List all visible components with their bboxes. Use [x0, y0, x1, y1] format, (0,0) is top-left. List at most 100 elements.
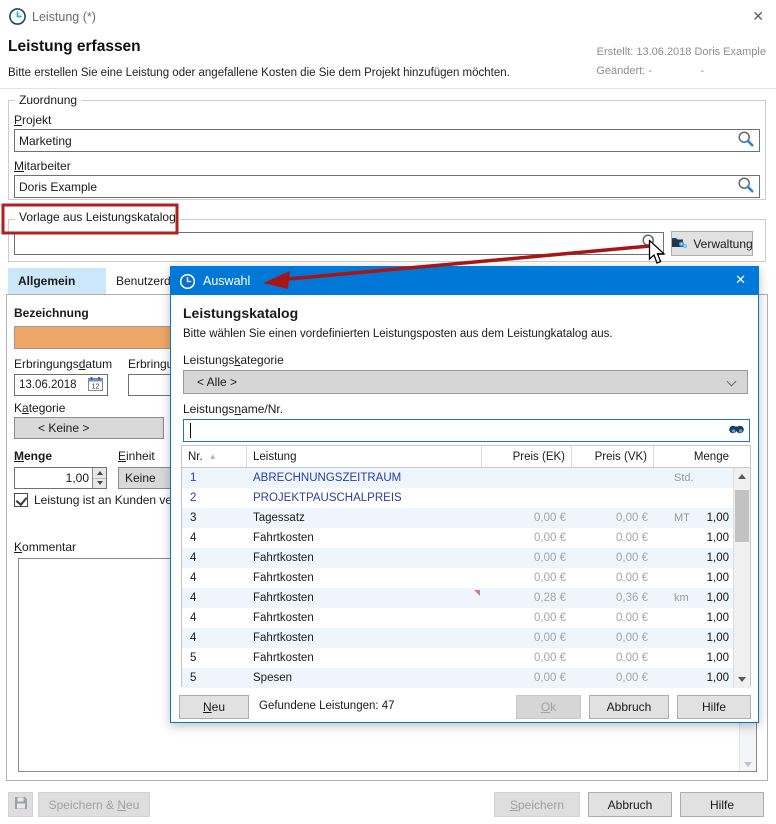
leistungskategorie-select[interactable]: < Alle > [183, 370, 748, 394]
cell-qty [702, 488, 735, 508]
column-header-preis-ek[interactable]: Preis (EK) [482, 446, 572, 467]
catalog-row[interactable]: 1ABRECHNUNGSZEITRAUMStd. [182, 468, 735, 488]
svg-text:12: 12 [92, 383, 100, 390]
catalog-row[interactable]: 4Fahrtkosten0,28 €0,36 €km1,00 [182, 588, 735, 608]
kunden-checkbox-row[interactable]: Leistung ist an Kunden ve [14, 493, 172, 507]
menge-label: Menge [14, 449, 52, 463]
catalog-row[interactable]: 4Fahrtkosten0,00 €0,00 €1,00 [182, 528, 735, 548]
cell-qty: 1,00 [702, 648, 735, 668]
cell-name: Fahrtkosten [247, 608, 482, 628]
cell-ek: 0,00 € [482, 668, 572, 688]
menge-spinner [92, 468, 106, 488]
cell-qty: 1,00 [702, 568, 735, 588]
scroll-down-icon[interactable] [734, 671, 750, 688]
cell-name: Fahrtkosten [247, 588, 482, 608]
catalog-row[interactable]: 4Fahrtkosten0,00 €0,00 €1,00 [182, 548, 735, 568]
cell-nr: 4 [182, 588, 247, 608]
modified-value: - [700, 65, 704, 77]
spin-up-icon[interactable] [93, 468, 106, 478]
catalog-row[interactable]: 3Tagessatz0,00 €0,00 €MT1,00 [182, 508, 735, 528]
leistungskategorie-value: < Alle > [197, 375, 237, 389]
cell-nr: 1 [182, 468, 247, 488]
created-info: Erstellt: 13.06.2018 Doris Example [597, 46, 766, 58]
close-icon[interactable]: ✕ [735, 272, 746, 288]
cell-ek: 0,00 € [482, 648, 572, 668]
cell-nr: 2 [182, 488, 247, 508]
clock-icon [179, 273, 196, 290]
catalog-row[interactable]: 4Fahrtkosten0,00 €0,00 €1,00 [182, 608, 735, 628]
cell-vk: 0,36 € [572, 588, 654, 608]
cell-unit [654, 648, 702, 668]
cell-unit [654, 568, 702, 588]
kategorie-value: < Keine > [38, 421, 89, 435]
menge-value: 1,00 [15, 471, 92, 485]
speichern-neu-button[interactable]: Speichern & Neu [38, 792, 150, 817]
kommentar-label: Kommentar [14, 540, 76, 554]
catalog-row[interactable]: 5Spesen0,00 €0,00 €1,00 [182, 668, 735, 688]
cell-unit [654, 548, 702, 568]
hilfe-button[interactable]: Hilfe [677, 695, 751, 719]
cell-ek: 0,00 € [482, 628, 572, 648]
header-divider [0, 88, 776, 89]
cell-unit [654, 528, 702, 548]
column-header-leistung[interactable]: Leistung [247, 446, 482, 467]
cell-unit [654, 668, 702, 688]
abbruch-button[interactable]: Abbruch [589, 695, 669, 719]
kategorie-select[interactable]: < Keine > [14, 417, 164, 439]
cell-ek [482, 468, 572, 488]
mitarbeiter-input[interactable]: Doris Example [14, 175, 760, 198]
cell-nr: 5 [182, 668, 247, 688]
catalog-row[interactable]: 5Fahrtkosten0,00 €0,00 €1,00 [182, 648, 735, 668]
abbruch-button[interactable]: Abbruch [588, 792, 672, 817]
cell-vk [572, 488, 654, 508]
column-header-preis-vk[interactable]: Preis (VK) [572, 446, 654, 467]
catalog-row[interactable]: 4Fahrtkosten0,00 €0,00 €1,00 [182, 628, 735, 648]
catalog-row[interactable]: 2PROJEKTPAUSCHALPREIS [182, 488, 735, 508]
verwaltung-button[interactable]: Verwaltung [671, 231, 753, 256]
cell-qty: 1,00 [702, 588, 735, 608]
neu-button[interactable]: Neu [179, 695, 249, 719]
search-icon[interactable] [737, 176, 755, 197]
search-icon[interactable] [641, 233, 659, 254]
table-scrollbar[interactable] [733, 468, 750, 688]
erbringungsdatum-value: 13.06.2018 [19, 379, 88, 391]
catalog-row[interactable]: 4Fahrtkosten0,00 €0,00 €1,00 [182, 568, 735, 588]
speichern-button[interactable]: Speichern [494, 792, 580, 817]
hilfe-button[interactable]: Hilfe [680, 792, 764, 817]
cell-qty: 1,00 [702, 628, 735, 648]
scrollbar-thumb[interactable] [735, 490, 749, 542]
menge-stepper[interactable]: 1,00 [14, 467, 107, 489]
vorlage-input[interactable] [14, 232, 664, 255]
cell-nr: 4 [182, 528, 247, 548]
checkbox-checked-icon[interactable] [14, 493, 28, 507]
cell-vk: 0,00 € [572, 648, 654, 668]
close-icon[interactable]: ✕ [752, 8, 764, 25]
scroll-down-icon[interactable] [744, 762, 752, 767]
search-icon[interactable] [737, 130, 755, 151]
cell-nr: 4 [182, 628, 247, 648]
mitarbeiter-value: Doris Example [19, 180, 737, 194]
projekt-input[interactable]: Marketing [14, 129, 760, 152]
kategorie-label: Kategorie [14, 401, 65, 415]
cell-qty: 1,00 [702, 668, 735, 688]
tab-allgemein[interactable]: Allgemein [8, 268, 106, 294]
cell-ek: 0,00 € [482, 508, 572, 528]
column-header-menge[interactable]: Menge [654, 446, 735, 467]
spin-down-icon[interactable] [93, 478, 106, 489]
calendar-icon[interactable]: 12 [88, 377, 103, 394]
binoculars-icon [728, 423, 745, 439]
save-icon-button[interactable] [8, 792, 33, 817]
katalog-intro: Bitte wählen Sie einen vordefinierten Le… [183, 328, 613, 340]
cell-ek: 0,00 € [482, 608, 572, 628]
erbringungsdatum-input[interactable]: 13.06.2018 12 [14, 374, 108, 396]
cell-vk: 0,00 € [572, 528, 654, 548]
projekt-value: Marketing [19, 134, 737, 148]
column-header-nr[interactable]: Nr.▲ [182, 446, 247, 467]
cell-nr: 3 [182, 508, 247, 528]
ok-button[interactable]: Ok [516, 695, 581, 719]
cell-unit [654, 608, 702, 628]
scroll-up-icon[interactable] [734, 468, 750, 485]
leistungsname-search-input[interactable] [183, 419, 750, 442]
catalog-table-body: 1ABRECHNUNGSZEITRAUMStd.2PROJEKTPAUSCHAL… [182, 468, 735, 688]
catalog-table: Nr.▲ Leistung Preis (EK) Preis (VK) Meng… [181, 445, 751, 687]
